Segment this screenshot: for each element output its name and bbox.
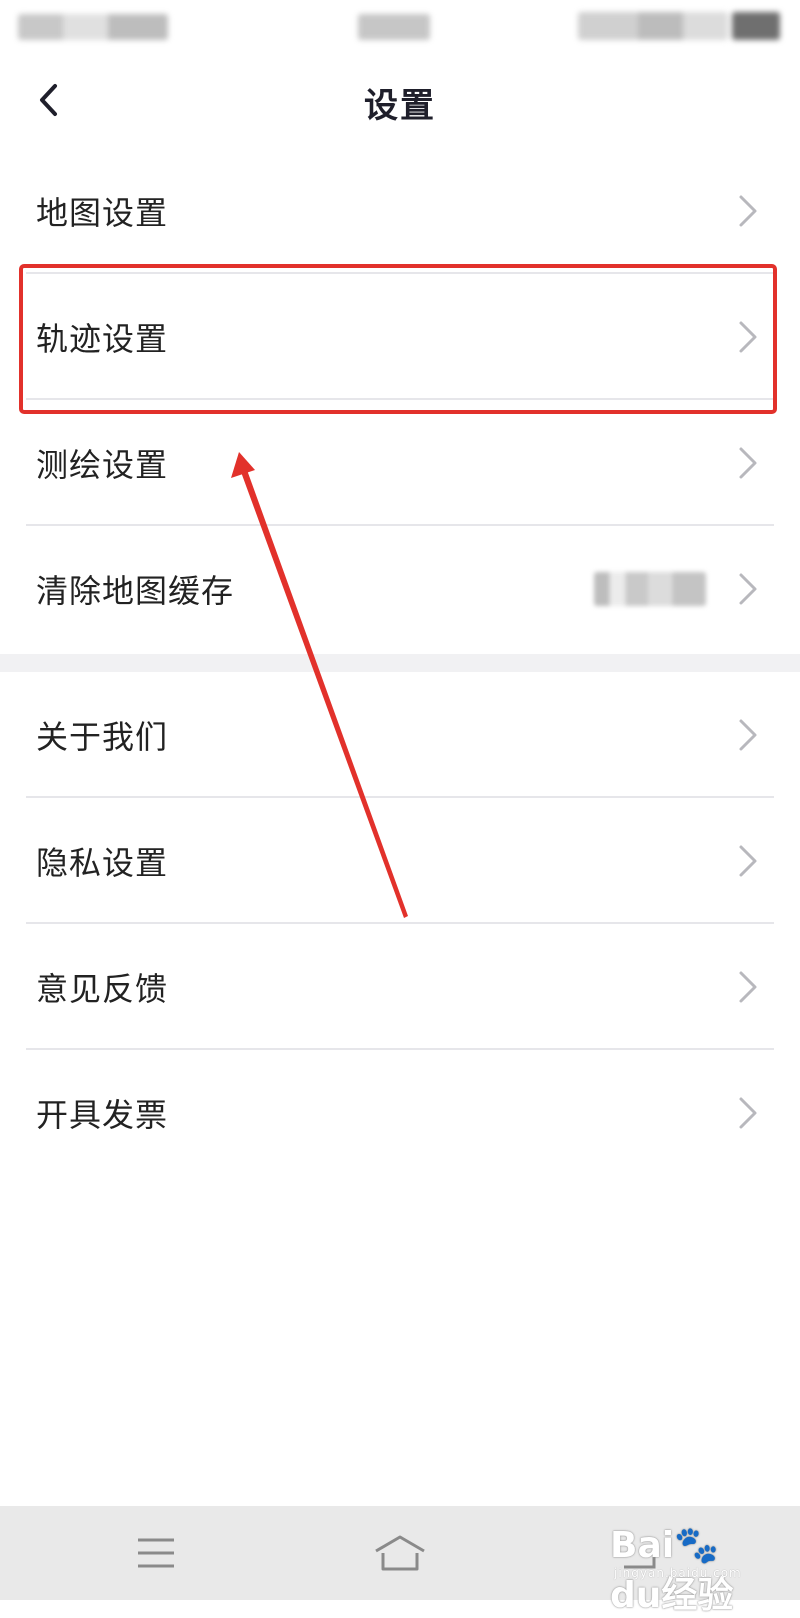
settings-item-track[interactable]: 轨迹设置 — [0, 274, 800, 400]
home-icon — [375, 1535, 425, 1571]
chevron-right-icon — [739, 573, 757, 605]
nav-home-button[interactable] — [370, 1526, 430, 1580]
cache-size-value-blurred — [594, 572, 706, 606]
battery-icon — [732, 12, 780, 40]
settings-group-other: 关于我们 隐私设置 意见反馈 开具发票 — [0, 672, 800, 1176]
status-icons-blur — [578, 12, 728, 40]
settings-item-label: 轨迹设置 — [36, 320, 169, 358]
settings-item-invoice[interactable]: 开具发票 — [0, 1050, 800, 1176]
settings-item-label: 隐私设置 — [36, 844, 169, 882]
settings-item-about[interactable]: 关于我们 — [0, 672, 800, 798]
chevron-right-icon — [739, 321, 757, 353]
chevron-right-icon — [739, 971, 757, 1003]
status-signal-blur — [18, 14, 168, 40]
settings-item-map[interactable]: 地图设置 — [0, 148, 800, 274]
chevron-right-icon — [739, 845, 757, 877]
chevron-right-icon — [739, 447, 757, 479]
settings-item-label: 开具发票 — [36, 1096, 169, 1134]
page-title: 设置 — [364, 86, 436, 126]
system-nav-bar: Bai🐾du经验 jingyan.baidu.com — [0, 1506, 800, 1616]
settings-item-label: 地图设置 — [36, 194, 169, 232]
nav-menu-button[interactable] — [126, 1526, 186, 1580]
paw-icon: 🐾 — [674, 1525, 719, 1566]
settings-item-label: 意见反馈 — [36, 970, 169, 1008]
settings-item-label: 测绘设置 — [36, 446, 169, 484]
settings-item-feedback[interactable]: 意见反馈 — [0, 924, 800, 1050]
status-bar — [0, 0, 800, 56]
settings-item-label: 关于我们 — [36, 718, 169, 756]
settings-item-label: 清除地图缓存 — [36, 572, 235, 610]
settings-item-survey[interactable]: 测绘设置 — [0, 400, 800, 526]
status-time-blur — [358, 14, 430, 40]
section-gap — [0, 654, 800, 672]
watermark-url: jingyan.baidu.com — [614, 1566, 742, 1580]
settings-group-map: 地图设置 轨迹设置 测绘设置 清除地图缓存 — [0, 148, 800, 652]
menu-icon — [138, 1538, 174, 1568]
settings-item-clear-cache[interactable]: 清除地图缓存 — [0, 526, 800, 652]
chevron-right-icon — [739, 1097, 757, 1129]
chevron-right-icon — [739, 719, 757, 751]
header: 设置 — [0, 56, 800, 148]
baidu-jingyan-watermark: Bai🐾du经验 jingyan.baidu.com — [610, 1524, 760, 1616]
settings-item-privacy[interactable]: 隐私设置 — [0, 798, 800, 924]
chevron-right-icon — [739, 195, 757, 227]
